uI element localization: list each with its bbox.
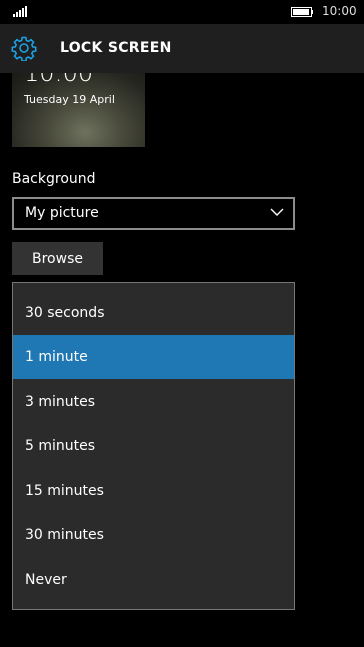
background-select[interactable]: My picture	[12, 197, 295, 230]
battery-icon	[291, 7, 313, 17]
preview-time: 10:00	[24, 73, 94, 87]
dropdown-option[interactable]: 3 minutes	[13, 380, 294, 424]
signal-icon	[13, 6, 29, 17]
dropdown-option-selected[interactable]: 1 minute	[13, 335, 294, 379]
status-clock: 10:00	[322, 4, 357, 18]
status-bar: 10:00	[0, 0, 364, 24]
dropdown-option[interactable]: 30 seconds	[13, 291, 294, 335]
browse-button[interactable]: Browse	[12, 242, 103, 275]
dropdown-option[interactable]: Never	[13, 558, 294, 602]
page-title: LOCK SCREEN	[60, 40, 172, 56]
background-label: Background	[12, 171, 96, 187]
dropdown-option[interactable]: 5 minutes	[13, 424, 294, 468]
preview-date: Tuesday 19 April	[24, 93, 115, 106]
dropdown-option[interactable]: 30 minutes	[13, 513, 294, 557]
screen-timeout-dropdown: 30 seconds 1 minute 3 minutes 5 minutes …	[12, 282, 295, 610]
chevron-down-icon	[270, 208, 284, 216]
lock-screen-preview: 10:00 Tuesday 19 April	[12, 73, 145, 147]
page-header: LOCK SCREEN	[0, 24, 364, 73]
dropdown-option[interactable]: 15 minutes	[13, 469, 294, 513]
gear-icon	[11, 36, 37, 61]
background-select-value: My picture	[25, 205, 99, 221]
